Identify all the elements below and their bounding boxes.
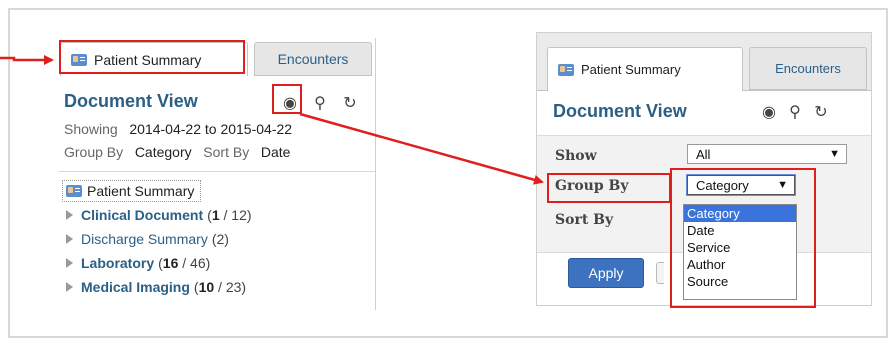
arrow-to-patient-tab xyxy=(0,55,54,65)
annotation-arrows xyxy=(0,55,544,185)
arrow-eye-to-group-by xyxy=(299,112,544,185)
tab-label: Patient Summary xyxy=(581,62,681,77)
patient-card-icon xyxy=(558,63,574,76)
tab-patient-summary[interactable]: Patient Summary xyxy=(547,47,743,91)
